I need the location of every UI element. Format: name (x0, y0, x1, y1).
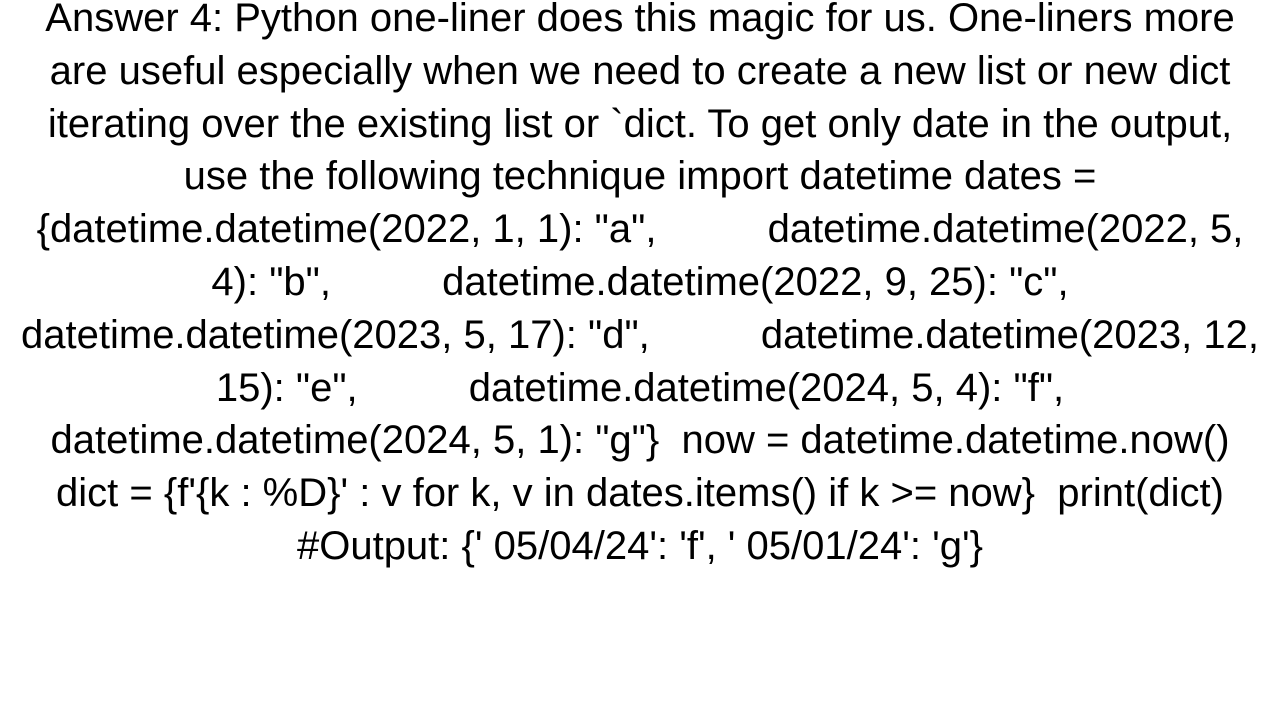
page-content: Answer 4: Python one-liner does this mag… (0, 0, 1280, 720)
answer-text: Answer 4: Python one-liner does this mag… (12, 0, 1268, 573)
